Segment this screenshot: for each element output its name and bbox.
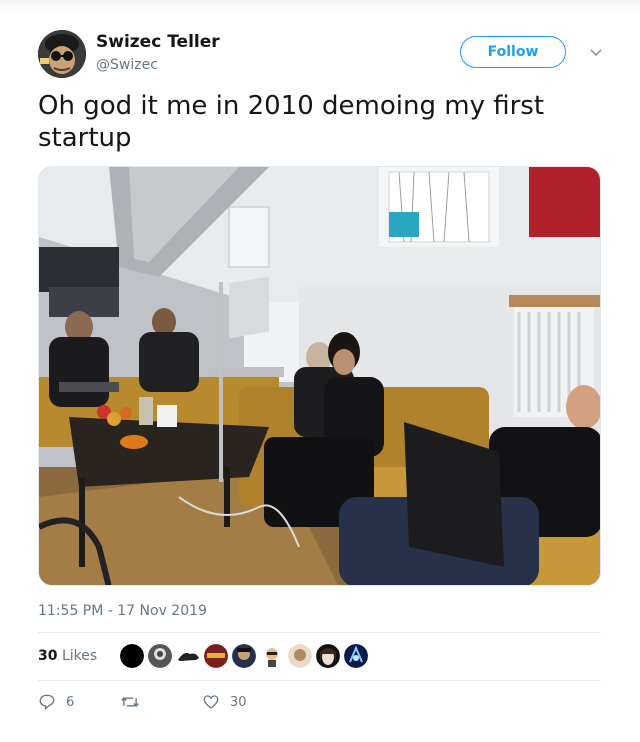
likes-count: 30 xyxy=(38,648,58,664)
liker-avatar[interactable] xyxy=(344,644,368,668)
like-count: 30 xyxy=(230,694,247,710)
divider xyxy=(38,632,601,633)
likes-stat[interactable]: 30 Likes xyxy=(38,648,97,664)
tweet-header: Swizec Teller @Swizec Follow xyxy=(38,28,608,80)
user-name[interactable]: Swizec Teller xyxy=(96,32,220,52)
liker-avatar[interactable] xyxy=(316,644,340,668)
liker-avatar[interactable] xyxy=(260,644,284,668)
user-handle[interactable]: @Swizec xyxy=(96,57,158,73)
tweet-text-line1: Oh god it me in 2010 demoing my first xyxy=(38,91,545,121)
reply-button[interactable]: 6 xyxy=(38,693,74,711)
tweet-card: Swizec Teller @Swizec Follow Oh god it m… xyxy=(0,0,640,742)
tweet-text: Oh god it me in 2010 demoing my first st… xyxy=(38,90,608,154)
reply-icon xyxy=(39,694,55,711)
chevron-down-icon[interactable] xyxy=(586,42,606,62)
liker-avatar[interactable] xyxy=(120,644,144,668)
retweet-icon xyxy=(121,697,139,707)
tweet-text-line2: startup xyxy=(38,123,132,153)
tweet-timestamp[interactable]: 11:55 PM - 17 Nov 2019 xyxy=(38,603,207,619)
follow-button[interactable]: Follow xyxy=(460,36,566,68)
like-button[interactable]: 30 xyxy=(202,693,247,711)
liker-avatar[interactable] xyxy=(176,644,200,668)
reply-count: 6 xyxy=(66,694,75,710)
likes-label: Likes xyxy=(61,648,98,664)
liker-avatar[interactable] xyxy=(148,644,172,668)
avatar[interactable] xyxy=(38,30,86,78)
liker-avatar[interactable] xyxy=(232,644,256,668)
retweet-button[interactable] xyxy=(120,693,150,711)
tweet-actions: 6 30 xyxy=(38,693,598,715)
liker-avatar[interactable] xyxy=(204,644,228,668)
divider xyxy=(38,680,601,681)
tweet-photo[interactable] xyxy=(38,166,601,586)
liker-avatar[interactable] xyxy=(288,644,312,668)
heart-icon xyxy=(203,695,219,709)
